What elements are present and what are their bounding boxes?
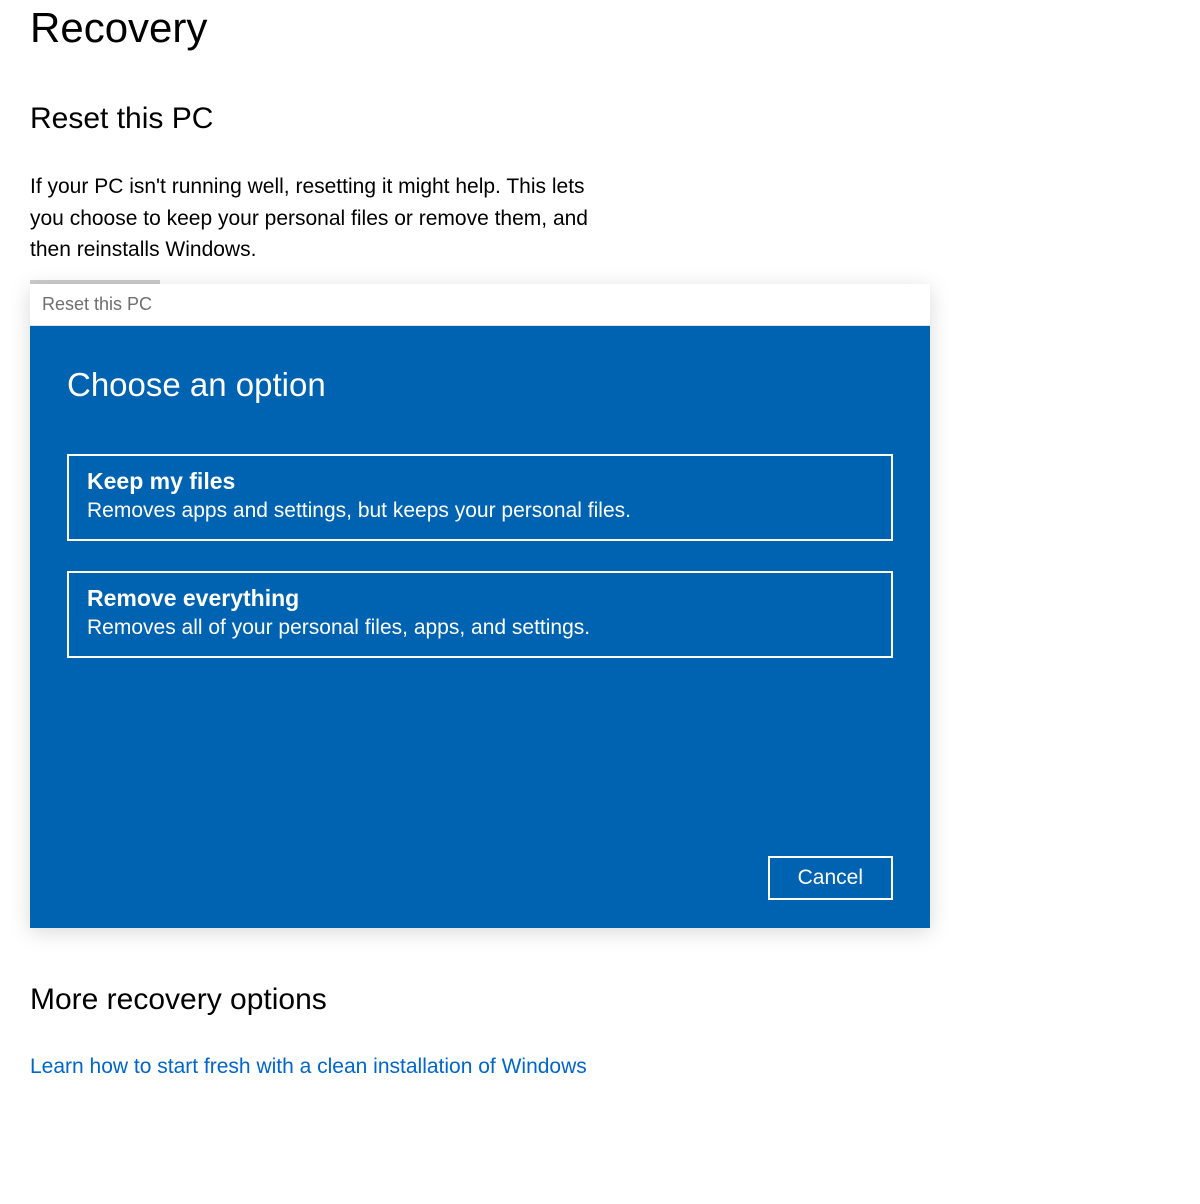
dialog-footer: Cancel	[67, 856, 893, 900]
option-description: Removes all of your personal files, apps…	[87, 616, 873, 640]
option-title: Remove everything	[87, 585, 873, 612]
page-title: Recovery	[30, 4, 1170, 52]
cancel-button[interactable]: Cancel	[768, 856, 893, 900]
option-title: Keep my files	[87, 468, 873, 495]
dialog-body: Choose an option Keep my files Removes a…	[30, 326, 930, 928]
dialog-heading: Choose an option	[67, 366, 893, 404]
dialog-window-title: Reset this PC	[30, 284, 930, 326]
reset-section-title: Reset this PC	[30, 102, 1170, 136]
reset-section-description: If your PC isn't running well, resetting…	[30, 171, 600, 266]
option-remove-everything[interactable]: Remove everything Removes all of your pe…	[67, 571, 893, 658]
learn-fresh-install-link[interactable]: Learn how to start fresh with a clean in…	[30, 1055, 587, 1078]
option-keep-my-files[interactable]: Keep my files Removes apps and settings,…	[67, 454, 893, 541]
reset-dialog: Reset this PC Choose an option Keep my f…	[30, 284, 930, 928]
option-description: Removes apps and settings, but keeps you…	[87, 499, 873, 523]
more-recovery-title: More recovery options	[30, 983, 1170, 1017]
